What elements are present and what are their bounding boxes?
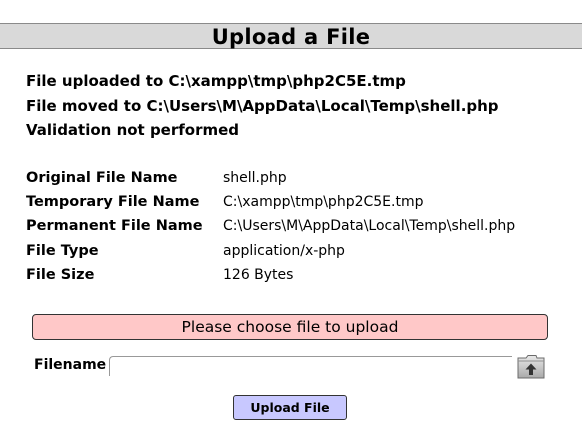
detail-row-file-type: File Type application/x-php xyxy=(26,242,515,266)
detail-label: File Type xyxy=(26,242,99,259)
detail-value: C:\Users\M\AppData\Local\Temp\shell.php xyxy=(223,218,516,235)
detail-row-file-size: File Size 126 Bytes xyxy=(26,266,515,290)
detail-row-temporary-name: Temporary File Name C:\xampp\tmp\php2C5E… xyxy=(26,193,515,217)
detail-label: Original File Name xyxy=(26,170,178,186)
detail-label: Temporary File Name xyxy=(26,194,200,211)
folder-upload-icon xyxy=(516,355,546,383)
page-header: Upload a File xyxy=(0,23,582,49)
detail-row-original-name: Original File Name shell.php xyxy=(26,169,515,193)
detail-value: application/x-php xyxy=(223,242,345,259)
detail-value: shell.php xyxy=(223,170,287,186)
detail-label: File Size xyxy=(26,266,95,283)
upload-notice: Please choose file to upload xyxy=(32,314,548,340)
filename-label: Filename xyxy=(34,357,107,373)
file-details: Original File Name shell.php Temporary F… xyxy=(26,169,515,290)
upload-file-button[interactable]: Upload File xyxy=(233,395,347,420)
detail-value: C:\xampp\tmp\php2C5E.tmp xyxy=(223,194,424,211)
status-validation: Validation not performed xyxy=(26,121,240,139)
status-uploaded: File uploaded to C:\xampp\tmp\php2C5E.tm… xyxy=(26,72,406,90)
filename-input[interactable] xyxy=(109,356,512,376)
upload-status: File uploaded to C:\xampp\tmp\php2C5E.tm… xyxy=(26,71,499,145)
status-moved: File moved to C:\Users\M\AppData\Local\T… xyxy=(26,96,499,115)
file-chooser: Filename xyxy=(34,352,550,380)
detail-value: 126 Bytes xyxy=(223,266,294,283)
detail-row-permanent-name: Permanent File Name C:\Users\M\AppData\L… xyxy=(26,217,515,241)
page-title: Upload a File xyxy=(211,25,371,49)
browse-button[interactable] xyxy=(516,354,546,380)
detail-label: Permanent File Name xyxy=(26,218,203,235)
